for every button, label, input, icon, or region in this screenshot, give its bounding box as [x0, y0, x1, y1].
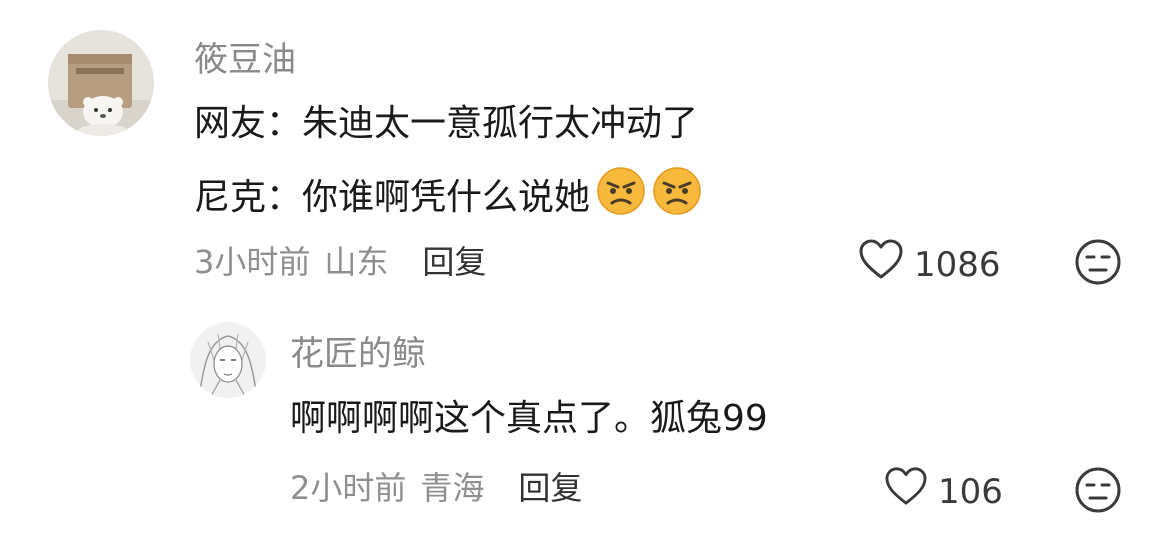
comment-text: 网友：朱迪太一意孤行太冲动了 [194, 103, 699, 144]
comment-username[interactable]: 筱豆油 [194, 38, 296, 82]
like-count: 106 [938, 472, 1003, 512]
heart-icon [884, 466, 928, 518]
reply-button[interactable]: 回复 [422, 240, 486, 284]
angry-face-icon [652, 166, 702, 229]
expressionless-face-icon [1074, 239, 1122, 290]
comment-text: 啊啊啊啊这个真点了。狐兔99 [290, 398, 768, 439]
comment-location: 山东 [324, 243, 389, 281]
comment-text-line: 网友：朱迪太一意孤行太冲动了 [194, 100, 698, 148]
expressionless-face-icon [1074, 467, 1122, 518]
comment-text-line: 啊啊啊啊这个真点了。狐兔99 [290, 395, 768, 443]
avatar[interactable] [190, 322, 266, 398]
comment-username[interactable]: 花匠的鲸 [290, 332, 426, 376]
comment-time: 2小时前 [290, 469, 407, 507]
like-button[interactable]: 1086 [858, 238, 1001, 292]
avatar-image [190, 322, 266, 398]
reply-comment-item: 花匠的鲸 啊啊啊啊这个真点了。狐兔99 2小时前 青海 回复 106 [0, 300, 1170, 538]
reply-button[interactable]: 回复 [518, 466, 582, 510]
angry-face-icon [596, 166, 646, 229]
dislike-button[interactable] [1074, 466, 1122, 518]
heart-icon [858, 238, 904, 292]
comment-item: 筱豆油 网友：朱迪太一意孤行太冲动了 尼克：你谁啊凭什么说她 3小时前 山东 回… [0, 0, 1170, 300]
comment-meta: 2小时前 青海 回复 [290, 466, 582, 510]
avatar-image [48, 30, 154, 136]
comment-location: 青海 [420, 469, 485, 507]
comment-meta: 3小时前 山东 回复 [194, 240, 486, 284]
comment-text: 尼克：你谁啊凭什么说她 [194, 176, 591, 218]
like-button[interactable]: 106 [884, 466, 1003, 518]
avatar[interactable] [48, 30, 154, 136]
comment-text-line: 尼克：你谁啊凭什么说她 [194, 166, 702, 229]
like-count: 1086 [914, 245, 1001, 285]
comment-time: 3小时前 [194, 243, 311, 281]
dislike-button[interactable] [1074, 238, 1122, 290]
